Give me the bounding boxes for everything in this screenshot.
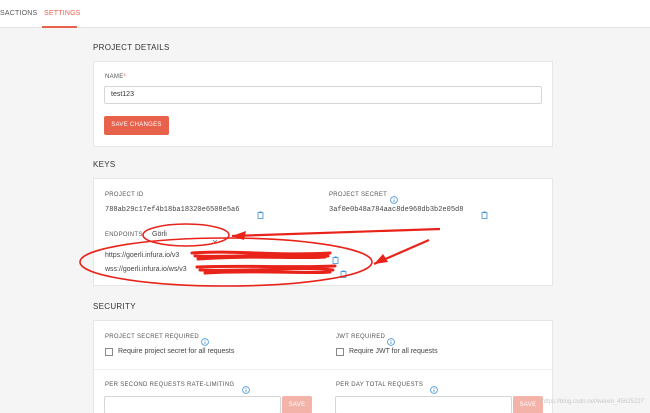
redaction-scribble-https bbox=[190, 250, 332, 261]
annotation-arrow-network bbox=[231, 227, 441, 238]
annotation-arrowhead-endpoints bbox=[374, 254, 388, 264]
annotation-overlay bbox=[79, 223, 441, 287]
annotation-ellipse-endpoints bbox=[79, 237, 373, 287]
redaction-scribble-wss bbox=[195, 264, 337, 275]
annotation-ellipse-network bbox=[142, 223, 230, 247]
watermark: https://blog.csdn.net/weixin_45625227 bbox=[541, 399, 644, 405]
